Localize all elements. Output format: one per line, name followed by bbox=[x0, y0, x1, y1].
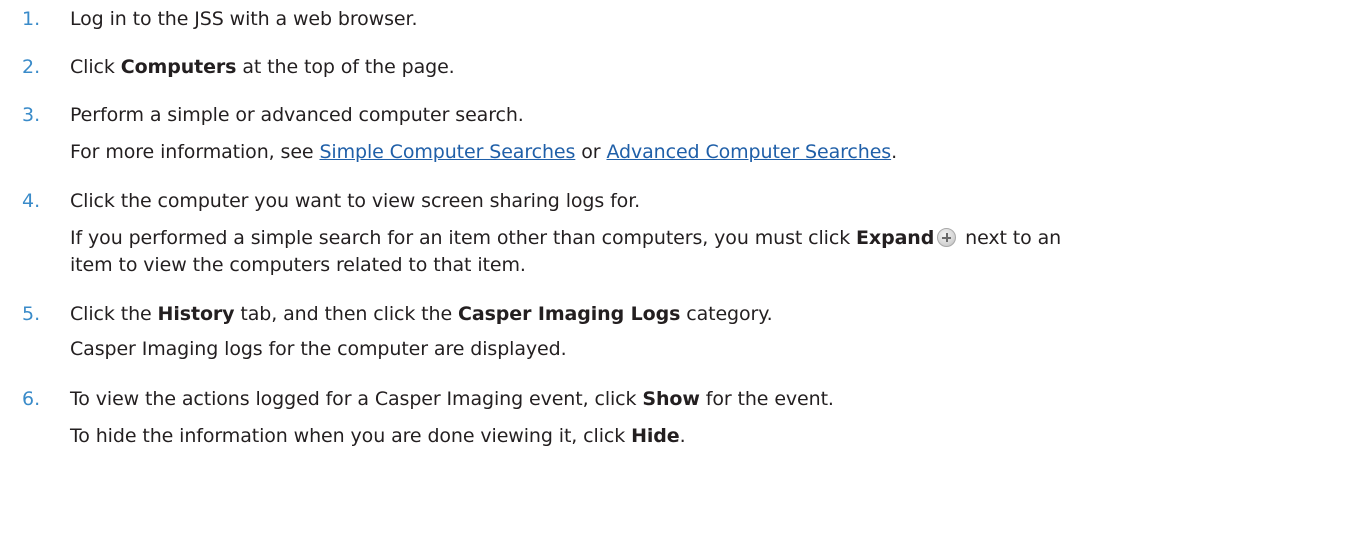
step-text: Click the History tab, and then click th… bbox=[70, 303, 773, 325]
step-note: If you performed a simple search for an … bbox=[70, 227, 1062, 249]
expand-plus-icon bbox=[937, 228, 957, 247]
step-note: Casper Imaging logs for the computer are… bbox=[70, 338, 567, 360]
ui-term-hide: Hide bbox=[631, 425, 680, 447]
step-number: 3. bbox=[22, 104, 41, 126]
step-note-continued: item to view the computers related to th… bbox=[70, 254, 526, 276]
step-note: For more information, see Simple Compute… bbox=[70, 141, 898, 163]
ui-term-casper-imaging-logs: Casper Imaging Logs bbox=[458, 303, 681, 325]
step-number: 4. bbox=[22, 190, 41, 212]
step-text: Click Computers at the top of the page. bbox=[70, 56, 455, 78]
step-number: 5. bbox=[22, 303, 41, 325]
procedure-steps: 1. Log in to the JSS with a web browser.… bbox=[0, 0, 1348, 537]
step-number: 2. bbox=[22, 56, 41, 78]
step-text: Perform a simple or advanced computer se… bbox=[70, 104, 524, 126]
link-simple-computer-searches[interactable]: Simple Computer Searches bbox=[319, 141, 575, 163]
step-text: Log in to the JSS with a web browser. bbox=[70, 8, 418, 30]
step-number: 6. bbox=[22, 388, 41, 410]
ui-term-computers: Computers bbox=[120, 56, 237, 78]
step-note: To hide the information when you are don… bbox=[70, 425, 686, 447]
step-text: To view the actions logged for a Casper … bbox=[70, 388, 834, 410]
ui-term-expand: Expand bbox=[856, 227, 935, 249]
link-advanced-computer-searches[interactable]: Advanced Computer Searches bbox=[606, 141, 891, 163]
ui-term-show: Show bbox=[642, 388, 700, 410]
step-number: 1. bbox=[22, 8, 41, 30]
step-text: Click the computer you want to view scre… bbox=[70, 190, 641, 212]
ui-term-history: History bbox=[157, 303, 235, 325]
